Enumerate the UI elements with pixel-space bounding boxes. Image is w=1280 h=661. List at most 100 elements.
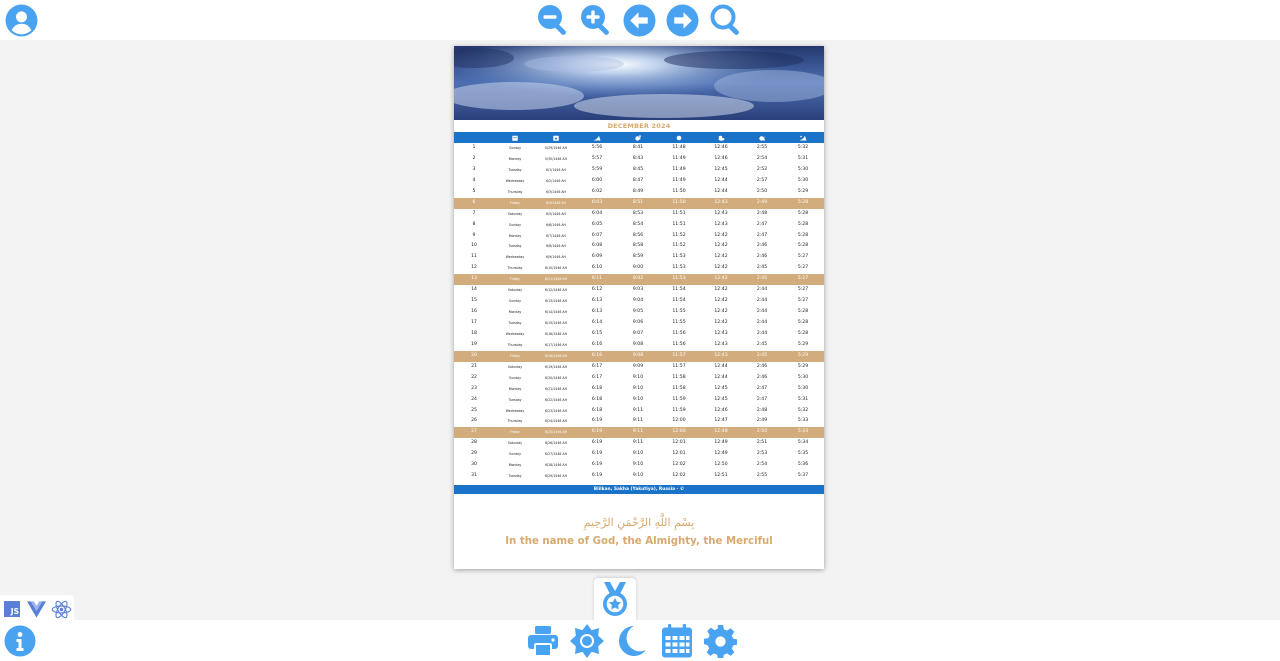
arrow-left-icon[interactable]	[622, 3, 656, 37]
user-icon[interactable]	[5, 4, 38, 37]
asr-cell: 12:44	[714, 188, 728, 194]
weekday-cell: Friday	[510, 353, 520, 358]
isha-cell: 5:32	[797, 145, 809, 150]
isha-cell: 5:30	[797, 166, 809, 172]
dark-mode-icon[interactable]	[615, 624, 649, 658]
weekday-cell: Monday	[508, 463, 522, 468]
table-row: 8 Sunday 6/6/1446 AH 6:05 8:54 11:51 12:43 2:47…	[454, 220, 824, 231]
sunrise-cell: 9:10	[632, 473, 644, 479]
table-row: 16 Monday 6/14/1446 AH 6:13 9:05 11:55 12:42 2:…	[454, 307, 824, 318]
calendar-icon[interactable]	[659, 623, 695, 658]
maghrib-cell: 2:45	[756, 341, 768, 347]
sunrise-cell: 8:43	[632, 155, 644, 161]
day-cell: 13	[471, 276, 477, 282]
asr-cell: 12:46	[714, 155, 728, 161]
asr-cell: 12:45	[714, 385, 728, 391]
search-icon[interactable]	[708, 3, 744, 37]
hijri-date-cell: 6/10/1446 AH	[545, 266, 567, 271]
medal-icon[interactable]	[594, 578, 636, 622]
dhuhr-cell: 12:00	[672, 429, 686, 435]
weekday-cell: Monday	[508, 386, 522, 391]
sunrise-cell: 9:00	[632, 265, 644, 271]
weekday-cell: Tuesday	[508, 167, 522, 172]
sky-banner-image	[454, 46, 824, 120]
table-row: 11 Wednesday 6/9/1446 AH 6:09 8:59 11:53 12:42…	[454, 252, 824, 263]
day-cell: 8	[472, 221, 476, 227]
table-row: 22 Sunday 6/20/1446 AH 6:17 9:10 11:58 12:44 2:…	[454, 373, 824, 384]
month-title: DECEMBER 2024	[607, 122, 671, 130]
js-icon[interactable]: JS	[4, 601, 20, 617]
fajr-cell: 6:16	[591, 341, 603, 347]
dhuhr-cell: 11:58	[672, 385, 686, 391]
day-cell: 31	[471, 473, 477, 479]
weekday-cell: Tuesday	[508, 397, 522, 402]
sunrise-cell: 9:11	[632, 418, 644, 424]
isha-cell: 5:30	[797, 177, 809, 183]
settings-icon[interactable]	[703, 624, 738, 658]
info-icon[interactable]	[3, 624, 36, 657]
hijri-date-cell: 6/26/1446 AH	[545, 441, 567, 446]
dhuhr-cell: 11:59	[672, 396, 686, 402]
sunrise-cell: 8:58	[632, 243, 644, 249]
maghrib-cell: 2:50	[756, 429, 768, 435]
table-row: 30 Monday 6/28/1446 AH 6:19 9:10 12:02 12:50 2:…	[454, 460, 824, 471]
sunrise-cell: 8:47	[632, 177, 644, 183]
isha-cell: 5:28	[797, 210, 809, 216]
top-toolbar	[0, 0, 1280, 40]
day-cell: 12	[471, 265, 477, 271]
vue-icon[interactable]	[26, 600, 46, 618]
react-icon[interactable]	[50, 598, 72, 620]
maghrib-cell: 2:48	[756, 210, 768, 216]
bismillah-text: بِسْمِ اللَّهِ الرَّحْمَنِ الرَّحِيمِ	[583, 516, 695, 529]
isha-cell: 5:34	[797, 440, 809, 446]
weekday-cell: Sunday	[509, 146, 521, 150]
sunrise-cell: 9:07	[632, 330, 644, 336]
day-cell: 20	[471, 352, 477, 358]
weekday-cell: Saturday	[507, 441, 523, 446]
hijri-date-cell: 6/3/1446 AH	[546, 189, 566, 194]
isha-cell: 5:33	[797, 429, 809, 435]
weekday-cell: Sunday	[509, 375, 521, 380]
weekday-cell: Sunday	[509, 452, 521, 457]
print-icon[interactable]	[526, 624, 560, 657]
isha-cell: 5:37	[797, 473, 809, 479]
asr-cell: 12:43	[714, 341, 728, 347]
sunrise-cell: 9:11	[632, 429, 644, 435]
hijri-date-cell: 6/5/1446 AH	[546, 211, 566, 216]
isha-cell: 5:27	[797, 254, 809, 260]
zoom-out-icon[interactable]	[536, 3, 570, 37]
fajr-cell: 6:05	[591, 221, 603, 227]
arrow-right-icon[interactable]	[665, 3, 699, 37]
table-row: 29 Sunday 6/27/1446 AH 6:19 9:10 12:01 12:49 2:…	[454, 449, 824, 460]
table-row: 14 Saturday 6/12/1446 AH 6:12 9:03 11:54 12:42…	[454, 285, 824, 296]
fajr-cell: 6:19	[591, 462, 603, 468]
dhuhr-cell: 11:57	[672, 352, 686, 358]
dhuhr-icon	[676, 132, 682, 143]
dhuhr-cell: 11:49	[672, 155, 686, 161]
table-row: 5 Thursday 6/3/1446 AH 6:02 8:49 11:50 12:44 2:…	[454, 187, 824, 198]
isha-icon	[799, 132, 807, 143]
asr-cell: 12:42	[714, 309, 728, 315]
sunrise-icon	[635, 132, 642, 143]
sunrise-cell: 9:05	[632, 309, 644, 315]
day-cell: 18	[471, 330, 477, 336]
weekday-cell: Tuesday	[508, 474, 522, 479]
sunrise-cell: 8:59	[632, 254, 644, 260]
sunrise-cell: 9:10	[632, 385, 644, 391]
asr-cell: 12:42	[714, 320, 728, 325]
brightness-icon[interactable]	[569, 624, 605, 658]
dhuhr-cell: 11:52	[672, 243, 686, 249]
asr-cell: 12:45	[714, 166, 728, 172]
asr-cell: 12:42	[714, 298, 728, 304]
dhuhr-cell: 11:53	[672, 254, 686, 260]
hijri-date-cell: 6/15/1446 AH	[545, 321, 567, 325]
hijri-date-cell: 6/28/1446 AH	[545, 463, 567, 468]
day-cell: 21	[471, 363, 477, 369]
maghrib-cell: 2:46	[756, 363, 768, 369]
maghrib-cell: 2:54	[756, 462, 768, 468]
sunrise-cell: 9:10	[632, 451, 644, 457]
isha-cell: 5:28	[797, 199, 809, 205]
zoom-in-icon[interactable]	[579, 3, 613, 37]
day-cell: 15	[471, 298, 477, 304]
asr-cell: 12:44	[714, 363, 728, 369]
